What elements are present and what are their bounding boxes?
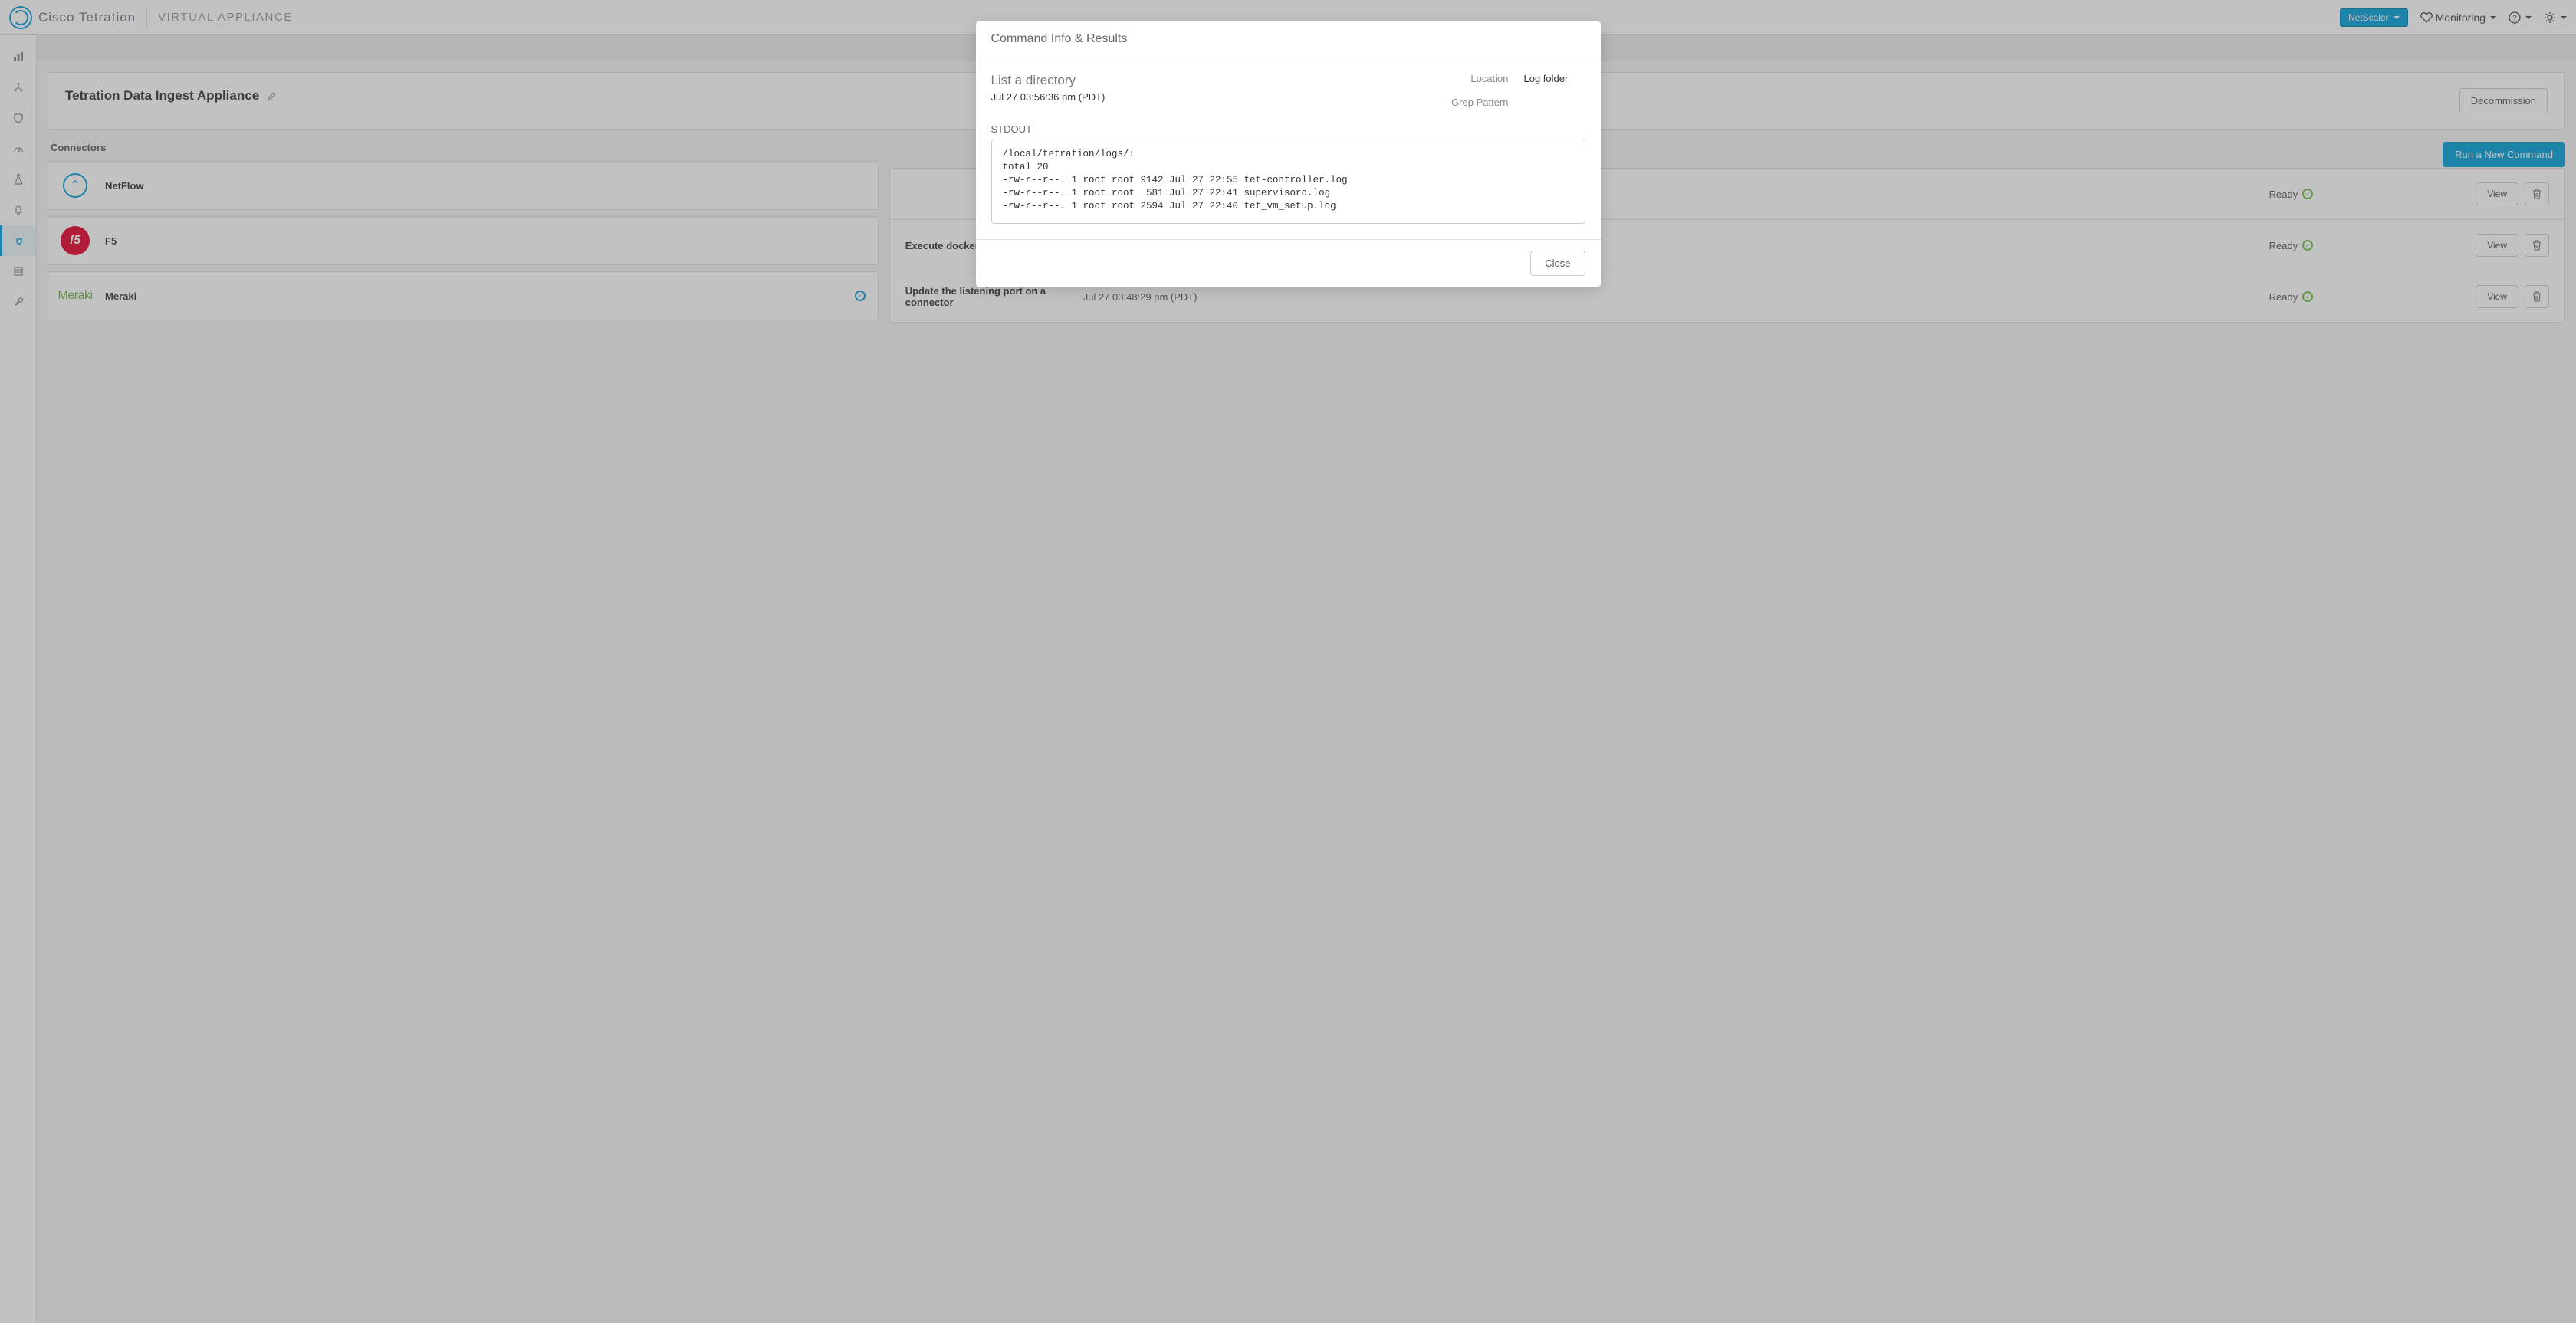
stdout-label: STDOUT xyxy=(991,123,1585,135)
stdout-output[interactable]: /local/tetration/logs/: total 20 -rw-r--… xyxy=(991,140,1585,224)
location-label: Location xyxy=(1470,73,1508,84)
modal-body: List a directory Jul 27 03:56:36 pm (PDT… xyxy=(976,57,1601,239)
location-value: Log folder xyxy=(1524,73,1585,84)
grep-label: Grep Pattern xyxy=(1451,97,1508,108)
close-button[interactable]: Close xyxy=(1530,251,1585,276)
grep-value xyxy=(1524,97,1585,108)
modal-timestamp: Jul 27 03:56:36 pm (PDT) xyxy=(991,91,1106,103)
command-results-modal: Command Info & Results List a directory … xyxy=(976,21,1601,287)
modal-meta: Location Log folder Grep Pattern xyxy=(1451,73,1585,108)
modal-footer: Close xyxy=(976,239,1601,287)
modal-overlay[interactable]: Command Info & Results List a directory … xyxy=(0,0,2576,1323)
modal-title: List a directory xyxy=(991,73,1106,88)
modal-header: Command Info & Results xyxy=(976,21,1601,57)
